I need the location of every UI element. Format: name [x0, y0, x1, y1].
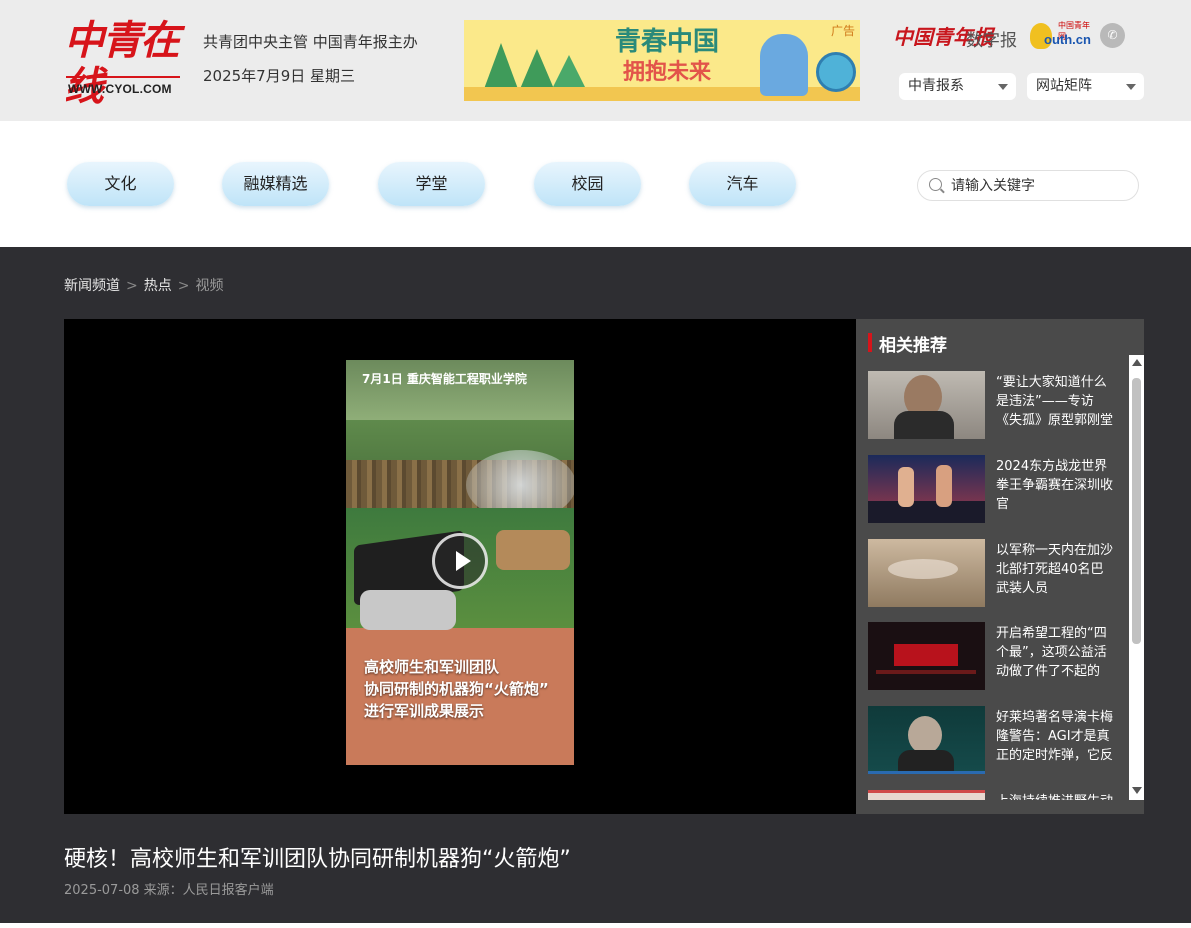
youth-logo-text: outh.cn — [1044, 32, 1091, 47]
related-thumbnail[interactable] — [868, 622, 985, 690]
poster-caption-line: 协同研制的机器狗“火箭炮” — [364, 680, 549, 698]
ad-banner[interactable]: 青春中国 拥抱未来 广告 — [464, 20, 860, 101]
related-item[interactable]: 2024东方战龙世界拳王争霸赛在深圳收官 — [868, 455, 1129, 523]
scroll-thumb[interactable] — [1132, 378, 1141, 644]
scroll-down-icon[interactable] — [1132, 787, 1142, 794]
nav-item-auto[interactable]: 汽车 — [689, 162, 796, 206]
scroll-up-icon[interactable] — [1132, 359, 1142, 366]
breadcrumb-current: 视频 — [195, 278, 224, 294]
top-header: 中青在线 WWW.CYOL.COM 共青团中央主管 中国青年报主办 2025年7… — [0, 0, 1191, 121]
nav-item-culture[interactable]: 文化 — [67, 162, 174, 206]
dropdown-label: 网站矩阵 — [1036, 78, 1092, 94]
ad-tree-icon — [520, 49, 554, 89]
digital-edition-link[interactable]: 数字报 — [966, 26, 1017, 51]
ad-tree-icon — [552, 55, 586, 89]
related-thumbnail[interactable] — [868, 790, 985, 800]
play-icon[interactable] — [432, 533, 488, 589]
organization-line: 共青团中央主管 中国青年报主办 — [203, 33, 418, 51]
chevron-down-icon — [998, 84, 1008, 90]
related-thumbnail[interactable] — [868, 371, 985, 439]
ad-person-illustration — [760, 34, 808, 96]
robot-dog-graphic — [360, 590, 456, 630]
breadcrumb-hot[interactable]: 热点 — [144, 278, 172, 294]
related-title: 相关推荐 — [879, 336, 947, 356]
related-item-title[interactable]: 上海持续推进野生动 — [996, 792, 1116, 800]
related-thumbnail[interactable] — [868, 455, 985, 523]
poster-sky — [346, 360, 574, 420]
nav-item-school[interactable]: 学堂 — [378, 162, 485, 206]
search-box[interactable] — [917, 170, 1139, 201]
ad-tree-icon — [484, 43, 518, 89]
related-item-title[interactable]: 以军称一天内在加沙北部打死超40名巴武装人员 — [996, 541, 1116, 598]
wechat-icon[interactable]: ✆ — [1100, 23, 1125, 48]
video-page-main: 新闻频道 > 热点 > 视频 7月1日 重庆智能工程职业学院 高校师生和军训团队 协同研… — [0, 247, 1191, 923]
related-item[interactable]: 开启希望工程的“四个最”，这项公益活动做了件了不起的 — [868, 622, 1129, 690]
related-panel: 相关推荐 “要让大家知道什么是违法”——专访《失孤》原型郭刚堂 2024东方战龙… — [856, 319, 1144, 814]
globe-icon — [816, 52, 856, 92]
related-item[interactable]: “要让大家知道什么是违法”——专访《失孤》原型郭刚堂 — [868, 371, 1129, 439]
related-item-title[interactable]: 2024东方战龙世界拳王争霸赛在深圳收官 — [996, 457, 1116, 514]
related-item-title[interactable]: 开启希望工程的“四个最”，这项公益活动做了件了不起的 — [996, 624, 1116, 681]
dropdown-site-matrix[interactable]: 网站矩阵 — [1027, 73, 1144, 100]
search-icon[interactable] — [929, 178, 942, 191]
related-scrollbar[interactable] — [1129, 355, 1144, 800]
related-item[interactable]: 上海持续推进野生动 — [868, 790, 1129, 800]
nav-item-media-picks[interactable]: 融媒精选 — [222, 162, 329, 206]
chevron-down-icon — [1126, 84, 1136, 90]
robot-dog-graphic — [496, 530, 570, 570]
ad-subtitle: 拥抱未来 — [622, 60, 711, 85]
related-item[interactable]: 以军称一天内在加沙北部打死超40名巴武装人员 — [868, 539, 1129, 607]
dropdown-label: 中青报系 — [908, 78, 964, 94]
search-input[interactable] — [951, 175, 1131, 197]
poster-caption-line: 高校师生和军训团队 — [364, 658, 500, 676]
related-list[interactable]: “要让大家知道什么是违法”——专访《失孤》原型郭刚堂 2024东方战龙世界拳王争… — [856, 355, 1129, 800]
logo-url: WWW.CYOL.COM — [68, 82, 172, 96]
related-item-title[interactable]: “要让大家知道什么是违法”——专访《失孤》原型郭刚堂 — [996, 373, 1116, 430]
nav-item-campus[interactable]: 校园 — [534, 162, 641, 206]
section-accent-bar — [868, 333, 872, 352]
related-thumbnail[interactable] — [868, 706, 985, 774]
site-logo[interactable]: 中青在线 WWW.CYOL.COM — [64, 18, 184, 110]
poster-caption-line: 进行军训成果展示 — [364, 702, 485, 720]
breadcrumb-news-channel[interactable]: 新闻频道 — [64, 278, 120, 294]
poster-caption: 高校师生和军训团队 协同研制的机器狗“火箭炮” 进行军训成果展示 — [364, 656, 549, 722]
article-meta: 2025-07-08 来源：人民日报客户端 — [64, 883, 274, 898]
ad-title: 青春中国 — [614, 27, 719, 57]
main-nav: 文化 融媒精选 学堂 校园 汽车 — [0, 121, 1191, 247]
youth-cn-link[interactable]: 中国青年网 outh.cn — [1030, 20, 1092, 52]
related-item[interactable]: 好莱坞著名导演卡梅隆警告：AGI才是真正的定时炸弹，它反 — [868, 706, 1129, 774]
related-item-title[interactable]: 好莱坞著名导演卡梅隆警告：AGI才是真正的定时炸弹，它反 — [996, 708, 1116, 765]
breadcrumb-separator: > — [177, 278, 190, 294]
logo-text: 中青在线 — [64, 17, 180, 110]
related-thumbnail[interactable] — [868, 539, 985, 607]
article-title: 硬核！高校师生和军训团队协同研制机器狗“火箭炮” — [64, 847, 571, 872]
poster-header: 7月1日 重庆智能工程职业学院 — [362, 372, 527, 386]
ad-label: 广告 — [830, 24, 855, 38]
breadcrumb-separator: > — [126, 278, 138, 294]
video-player[interactable]: 7月1日 重庆智能工程职业学院 高校师生和军训团队 协同研制的机器狗“火箭炮” … — [64, 319, 856, 814]
dropdown-cyd-family[interactable]: 中青报系 — [899, 73, 1016, 100]
logo-underline — [66, 76, 180, 78]
breadcrumb: 新闻频道 > 热点 > 视频 — [64, 275, 223, 295]
current-date: 2025年7月9日 星期三 — [203, 67, 356, 85]
